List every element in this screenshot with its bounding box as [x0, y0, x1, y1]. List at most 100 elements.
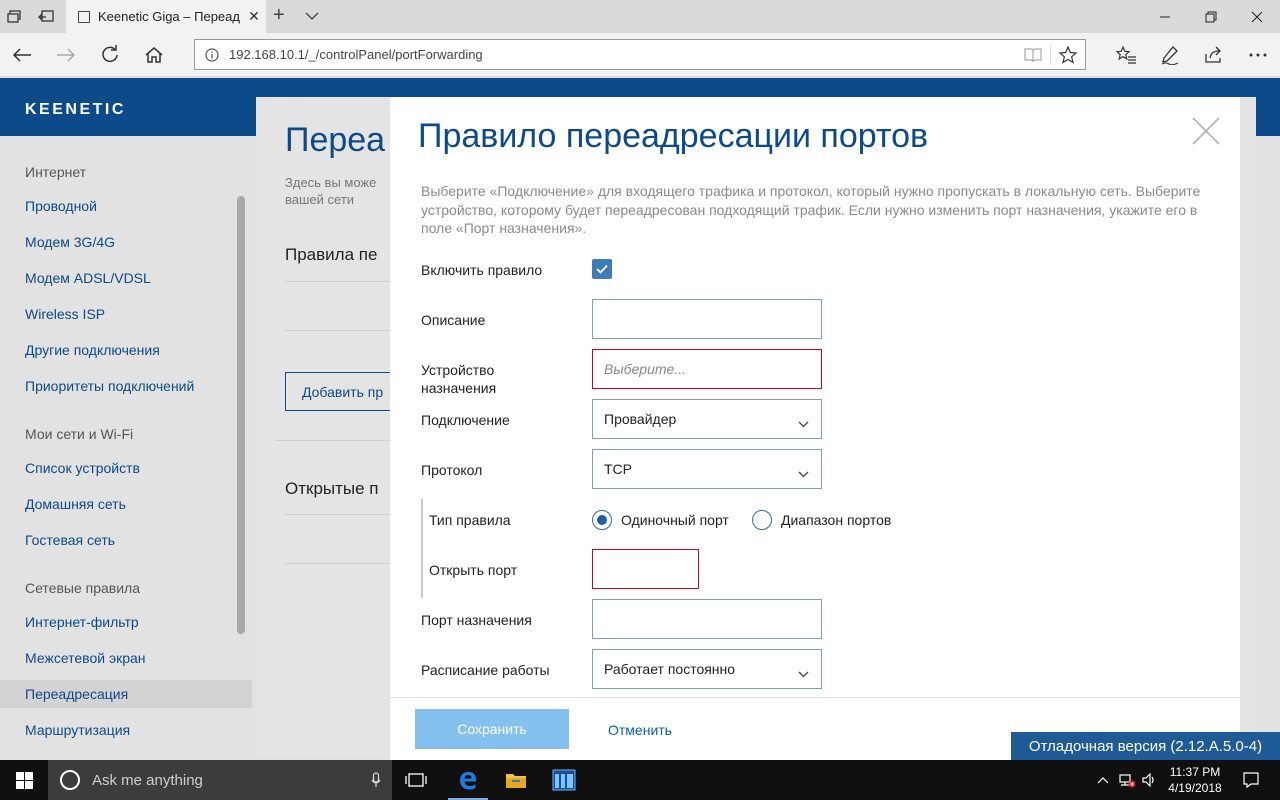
divider [285, 281, 395, 282]
sidebar-item-routing[interactable]: Маршрутизация [0, 716, 252, 744]
router-web-interface: KEENETIC Интернет Проводной Модем 3G/4G … [0, 78, 1280, 760]
sidebar-item-modem-adsl[interactable]: Модем ADSL/VDSL [0, 264, 252, 292]
port-range-radio[interactable] [752, 510, 772, 530]
page-title: Переа [285, 121, 386, 159]
open-port-input[interactable] [592, 549, 699, 589]
show-hidden-icons-icon[interactable] [1093, 760, 1113, 800]
radio-selected-dot [597, 515, 607, 525]
page-lead-text: Здесь вы може вашей сети [285, 175, 377, 207]
connection-label: Подключение [421, 412, 510, 428]
schedule-value: Работает постоянно [604, 661, 736, 677]
open-ports-section-title: Открытые п [285, 479, 379, 498]
browser-tab-bar: Keenetic Giga – Переад ✕ + [0, 0, 1280, 33]
new-tab-icon[interactable]: + [273, 4, 285, 27]
destination-port-label: Порт назначения [421, 612, 532, 628]
divider [285, 563, 395, 564]
sidebar-scrollbar[interactable] [237, 196, 245, 634]
windows-start-icon[interactable] [0, 760, 48, 800]
browser-tab-active[interactable]: Keenetic Giga – Переад ✕ [66, 0, 266, 33]
sidebar-navigation: Интернет Проводной Модем 3G/4G Модем ADS… [0, 136, 252, 760]
sidebar-item-device-list[interactable]: Список устройств [0, 454, 252, 482]
single-port-label[interactable]: Одиночный порт [621, 512, 729, 528]
home-icon[interactable] [132, 33, 176, 77]
cancel-button[interactable]: Отменить [608, 722, 672, 738]
chevron-down-icon [798, 415, 809, 431]
chevron-down-icon [798, 465, 809, 481]
clock-time: 11:37 PM [1169, 765, 1221, 779]
favorites-hub-icon[interactable] [1104, 33, 1148, 77]
device-placeholder: Выберите... [604, 361, 686, 377]
sidebar-item-wireless-isp[interactable]: Wireless ISP [0, 300, 252, 328]
sidebar-item-other-connections[interactable]: Другие подключения [0, 336, 252, 364]
tab-title: Keenetic Giga – Переад [98, 9, 240, 24]
enable-rule-checkbox[interactable] [592, 259, 612, 279]
footer-divider [390, 697, 1240, 698]
sidebar-item-internet-filter[interactable]: Интернет-фильтр [0, 608, 252, 636]
connection-select[interactable]: Провайдер [592, 399, 822, 439]
cortana-search-box[interactable]: Ask me anything [48, 760, 392, 800]
port-forwarding-rule-dialog: Правило переадресации портов Выберите «П… [390, 97, 1240, 760]
refresh-icon[interactable] [88, 33, 132, 77]
close-window-icon[interactable] [1234, 0, 1280, 33]
chevron-down-icon[interactable] [305, 8, 319, 26]
sidebar-section-internet: Интернет [25, 164, 87, 180]
file-explorer-icon[interactable] [492, 760, 540, 800]
more-actions-icon[interactable] [1236, 33, 1280, 77]
back-arrow-icon[interactable] [0, 33, 44, 77]
favorite-star-icon[interactable] [1051, 40, 1085, 69]
sidebar-section-network-rules: Сетевые правила [25, 580, 141, 596]
url-text: 192.168.10.1/_/controlPanel/portForwardi… [229, 47, 483, 62]
sidebar-item-modem-3g4g[interactable]: Модем 3G/4G [0, 228, 252, 256]
protocol-select[interactable]: TCP [592, 449, 822, 489]
chevron-down-icon [798, 665, 809, 681]
port-range-label[interactable]: Диапазон портов [781, 512, 891, 528]
destination-device-label: Устройство назначения [421, 362, 497, 396]
cortana-icon [60, 770, 80, 790]
task-view-icon[interactable] [392, 760, 440, 800]
description-label: Описание [421, 312, 486, 328]
sidebar-item-wired[interactable]: Проводной [0, 192, 252, 220]
rules-section-title: Правила пе [285, 245, 378, 264]
site-info-icon[interactable] [195, 47, 229, 62]
sidebar-item-home-network[interactable]: Домашняя сеть [0, 490, 252, 518]
rule-type-label: Тип правила [429, 512, 511, 528]
destination-port-input[interactable] [592, 599, 822, 639]
sidebar-item-firewall[interactable]: Межсетевой экран [0, 644, 252, 672]
close-dialog-icon[interactable] [1190, 115, 1222, 147]
description-input[interactable] [592, 299, 822, 339]
reading-view-icon[interactable] [1016, 40, 1050, 69]
restore-icon[interactable] [1188, 0, 1234, 33]
sidebar-section-my-networks: Мои сети и Wi-Fi [25, 426, 134, 442]
protocol-label: Протокол [421, 462, 483, 478]
forward-arrow-icon[interactable] [44, 33, 88, 77]
single-port-radio[interactable] [592, 510, 612, 530]
schedule-select[interactable]: Работает постоянно [592, 649, 822, 689]
share-icon[interactable] [1192, 33, 1236, 77]
app-window-icon[interactable] [540, 760, 588, 800]
back-to-tabs-icon[interactable] [34, 0, 58, 33]
clock-date: 4/19/2018 [1168, 781, 1222, 795]
close-tab-icon[interactable]: ✕ [242, 8, 266, 25]
page-favicon-icon [78, 10, 90, 23]
debug-version-badge: Отладочная версия (2.12.A.5.0-4) [1011, 732, 1280, 760]
windows-taskbar: Ask me anything 11:37 PM 4/19/2018 [0, 760, 1280, 800]
network-icon[interactable] [1116, 760, 1138, 800]
taskbar-clock[interactable]: 11:37 PM 4/19/2018 [1158, 764, 1232, 796]
divider [285, 514, 395, 515]
save-button[interactable]: Сохранить [415, 709, 569, 749]
web-note-pen-icon[interactable] [1148, 33, 1192, 77]
sidebar-item-port-forwarding[interactable]: Переадресация [0, 680, 252, 708]
open-port-label: Открыть порт [429, 562, 518, 578]
keenetic-logo[interactable]: KEENETIC [25, 101, 126, 119]
minimize-icon[interactable] [1142, 0, 1188, 33]
edge-browser-icon[interactable] [444, 760, 492, 800]
address-bar[interactable]: 192.168.10.1/_/controlPanel/portForwardi… [194, 39, 1086, 70]
search-placeholder: Ask me anything [92, 771, 203, 789]
tab-manager-icon[interactable] [2, 0, 26, 33]
browser-navigation-bar: 192.168.10.1/_/controlPanel/portForwardi… [0, 33, 1280, 77]
sidebar-item-guest-network[interactable]: Гостевая сеть [0, 526, 252, 554]
microphone-icon[interactable] [360, 772, 392, 788]
sidebar-item-connection-priorities[interactable]: Приоритеты подключений [0, 372, 252, 400]
destination-device-select[interactable]: Выберите... [592, 349, 822, 389]
action-center-icon[interactable] [1236, 760, 1266, 800]
